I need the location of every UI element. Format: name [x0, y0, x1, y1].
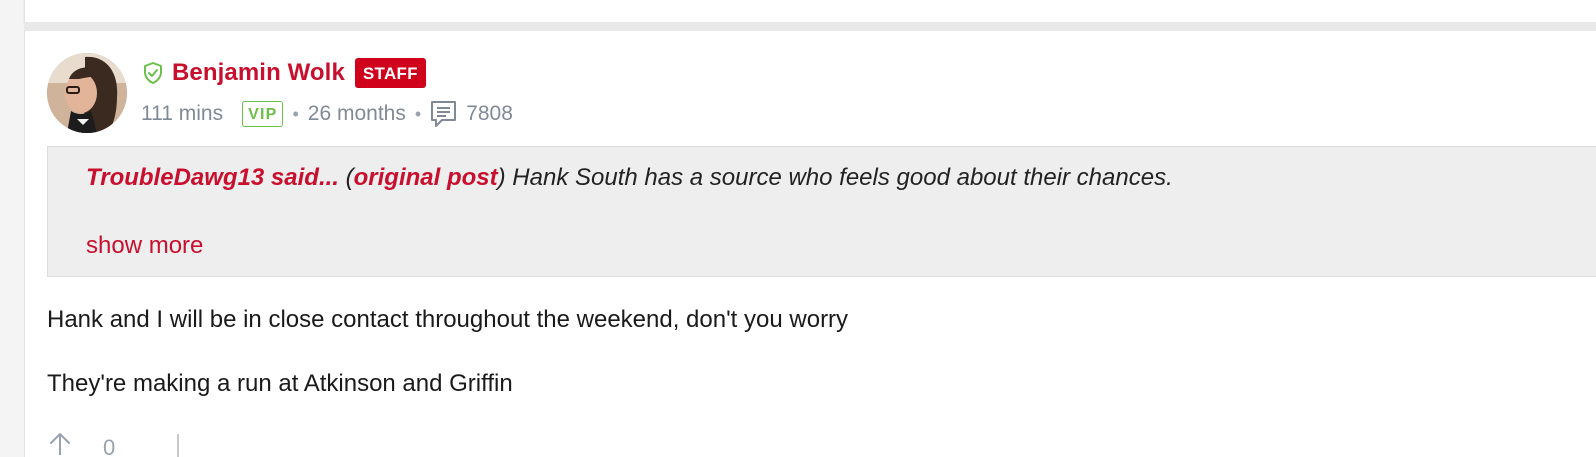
post-divider: [24, 22, 1596, 31]
forum-post: Benjamin Wolk STAFF 111 mins VIP • 26 mo…: [24, 31, 1596, 457]
meta-separator: •: [292, 103, 299, 124]
meta-separator: •: [414, 103, 422, 124]
quote-paren-open: (: [338, 164, 354, 191]
quote-text: Hank South has a source who feels good a…: [505, 164, 1173, 191]
page: Benjamin Wolk STAFF 111 mins VIP • 26 mo…: [0, 0, 1596, 457]
post-body-paragraph: Hank and I will be in close contact thro…: [47, 306, 849, 333]
staff-badge: STAFF: [354, 58, 426, 88]
arrow-up-icon[interactable]: [47, 431, 73, 456]
quote-author[interactable]: TroubleDawg13 said...: [86, 164, 339, 191]
author-row: Benjamin Wolk STAFF: [141, 55, 426, 91]
vote-count: 0: [103, 435, 116, 457]
author-name[interactable]: Benjamin Wolk: [172, 59, 345, 87]
show-more-link[interactable]: show more: [86, 232, 203, 260]
post-count: 7808: [466, 102, 513, 125]
quote-line: TroubleDawg13 said... (original post) Ha…: [86, 164, 1173, 192]
shield-check-icon: [141, 61, 165, 85]
member-tenure: 26 months: [307, 102, 406, 125]
original-post-link[interactable]: original post: [354, 164, 498, 191]
post-body-paragraph: They're making a run at Atkinson and Gri…: [47, 370, 513, 397]
vote-divider: [177, 434, 180, 457]
previous-post-card: [24, 0, 1596, 22]
avatar-image: [47, 53, 127, 133]
author-meta: 111 mins VIP • 26 months • 7808: [141, 99, 513, 129]
vote-bar: 0: [47, 431, 180, 457]
quoted-post: TroubleDawg13 said... (original post) Ha…: [47, 146, 1596, 277]
quote-paren-close: ): [497, 164, 506, 191]
avatar[interactable]: [47, 53, 127, 133]
vip-badge: VIP: [242, 100, 284, 128]
post-time: 111 mins: [141, 102, 224, 125]
comment-icon: [430, 100, 457, 128]
